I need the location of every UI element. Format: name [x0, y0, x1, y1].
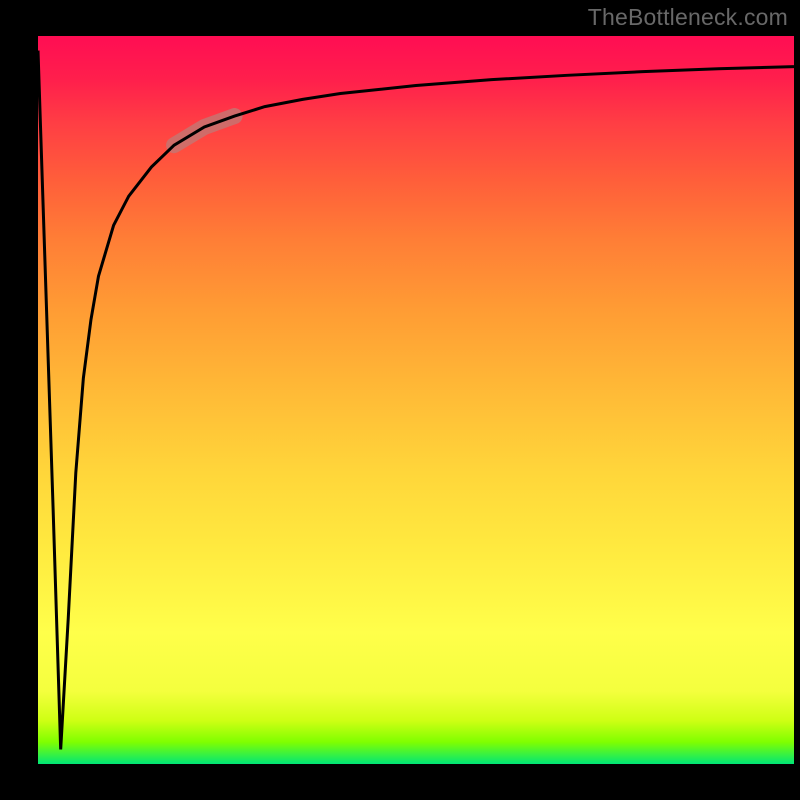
chart-container: TheBottleneck.com	[0, 0, 800, 800]
bottleneck-curve	[38, 51, 794, 750]
plot-area	[38, 36, 794, 764]
curve-layer	[38, 36, 794, 764]
watermark-text: TheBottleneck.com	[588, 6, 788, 29]
